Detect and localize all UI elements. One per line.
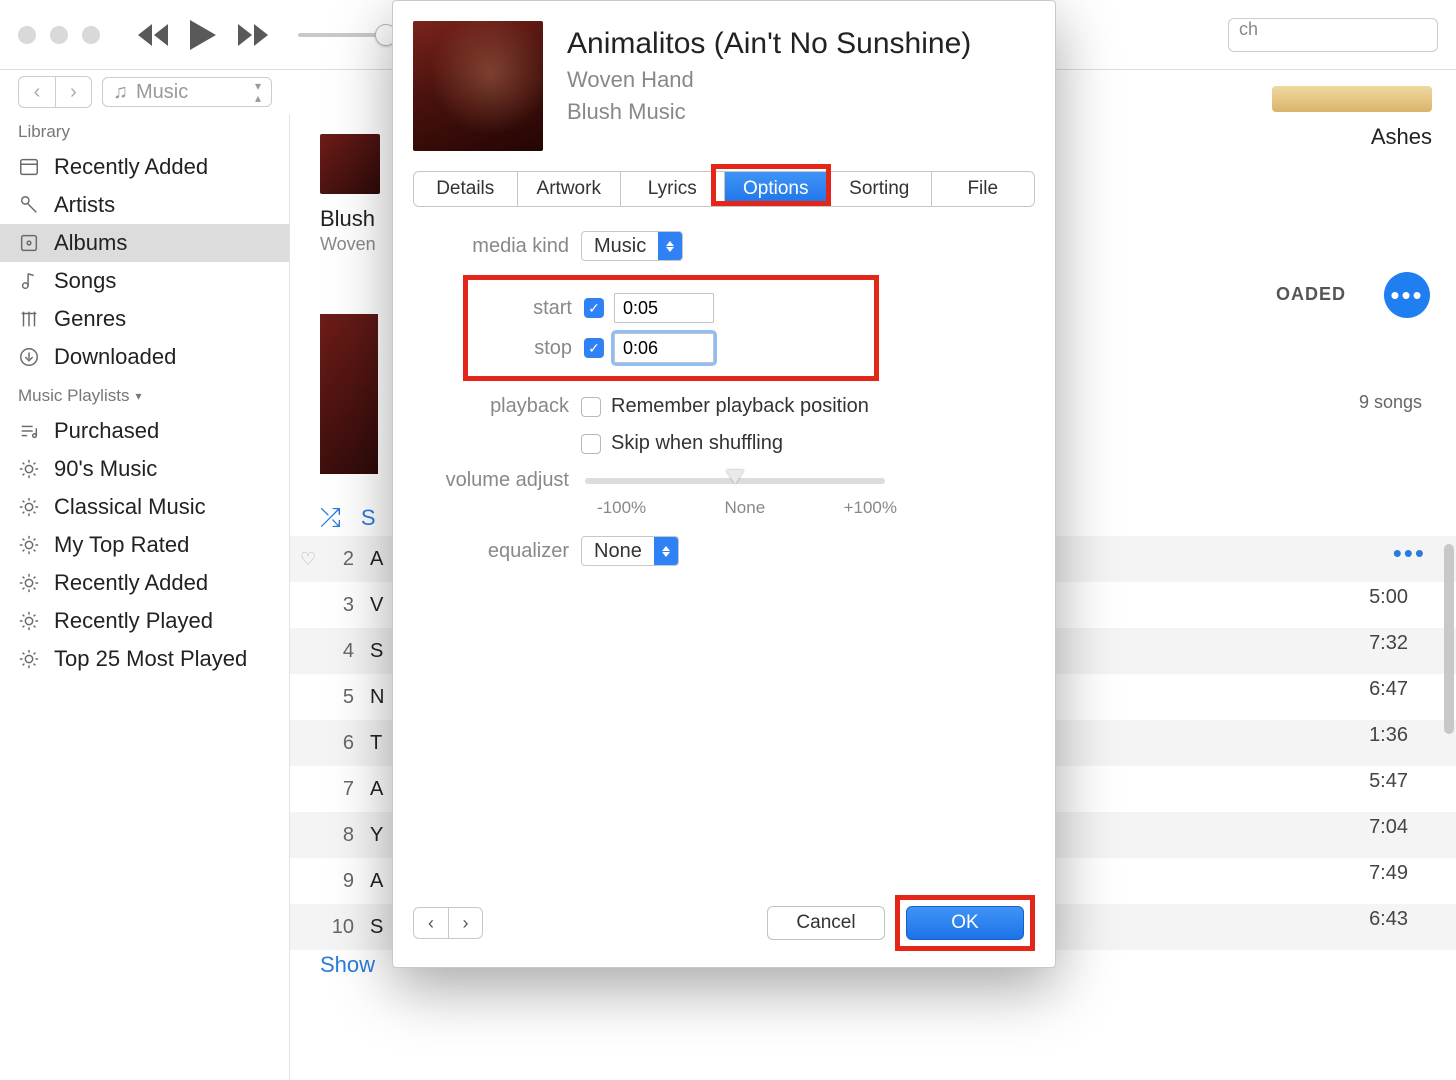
tab-options[interactable]: Options	[724, 172, 828, 206]
tab-details[interactable]: Details	[414, 172, 517, 206]
label-start: start	[476, 297, 584, 320]
tab-file[interactable]: File	[931, 172, 1035, 206]
remember-label: Remember playback position	[611, 395, 869, 418]
chevron-updown-icon	[654, 536, 678, 566]
label-stop: stop	[476, 337, 584, 360]
next-song-button[interactable]: ›	[448, 908, 482, 938]
modal-album: Blush Music	[567, 99, 971, 125]
modal-overlay: Animalitos (Ain't No Sunshine) Woven Han…	[0, 0, 1456, 1080]
equalizer-select[interactable]: None	[581, 536, 679, 566]
skip-checkbox[interactable]	[581, 434, 601, 454]
start-input[interactable]	[614, 293, 714, 323]
skip-label: Skip when shuffling	[611, 432, 783, 455]
cancel-button[interactable]: Cancel	[767, 906, 885, 940]
label-equalizer: equalizer	[431, 540, 581, 563]
modal-title: Animalitos (Ain't No Sunshine)	[567, 27, 971, 61]
label-volume: volume adjust	[431, 469, 581, 492]
volume-labels: -100% None +100%	[597, 498, 897, 518]
prev-next-pager: ‹ ›	[413, 907, 483, 939]
remember-checkbox[interactable]	[581, 397, 601, 417]
prev-song-button[interactable]: ‹	[414, 908, 448, 938]
tab-sorting[interactable]: Sorting	[827, 172, 931, 206]
modal-tabs: DetailsArtworkLyricsOptionsSortingFile	[413, 171, 1035, 207]
label-media-kind: media kind	[431, 235, 581, 258]
ok-button[interactable]: OK	[906, 906, 1024, 940]
media-kind-select[interactable]: Music	[581, 231, 683, 261]
tab-artwork[interactable]: Artwork	[517, 172, 621, 206]
annotation-box-startstop: start ✓ stop ✓	[463, 275, 879, 381]
label-playback: playback	[431, 395, 581, 418]
modal-artwork	[413, 21, 543, 151]
annotation-box-ok: OK	[895, 895, 1035, 951]
stop-checkbox[interactable]: ✓	[584, 338, 604, 358]
chevron-updown-icon	[658, 231, 682, 261]
song-info-modal: Animalitos (Ain't No Sunshine) Woven Han…	[392, 0, 1056, 968]
modal-artist: Woven Hand	[567, 67, 971, 93]
start-checkbox[interactable]: ✓	[584, 298, 604, 318]
stop-input[interactable]	[614, 333, 714, 363]
volume-adjust-slider[interactable]	[585, 478, 885, 484]
tab-lyrics[interactable]: Lyrics	[620, 172, 724, 206]
